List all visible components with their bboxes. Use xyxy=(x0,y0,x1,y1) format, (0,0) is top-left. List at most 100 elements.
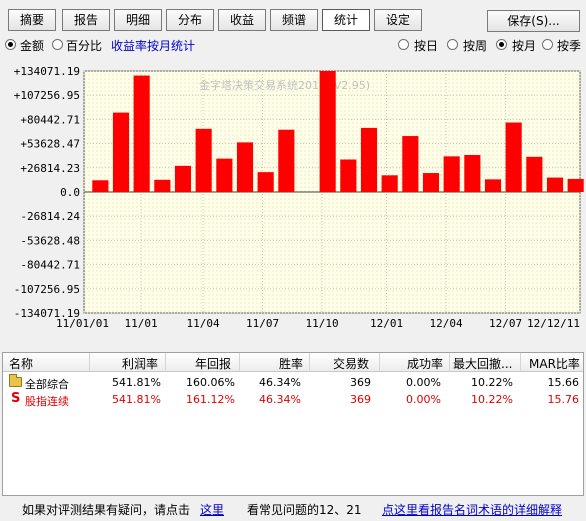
s-icon: S xyxy=(11,391,21,406)
profit-bar xyxy=(154,179,171,192)
y-tick-label: +134071.19 xyxy=(14,65,80,78)
monthly-label: 按月 xyxy=(512,39,537,53)
profit-bar xyxy=(319,71,336,192)
y-tick-label: +107256.95 xyxy=(14,89,80,102)
monthly-return-link[interactable]: 收益率按月统计 xyxy=(111,37,195,54)
y-tick-label: +80442.71 xyxy=(20,113,80,126)
table-row[interactable]: 全部综合 541.81% 160.06% 46.34% 369 0.00% 10… xyxy=(3,374,583,391)
tab-settings[interactable]: 设定 xyxy=(374,9,422,31)
x-tick-label: 12/07 xyxy=(489,317,522,330)
profit-bar xyxy=(257,172,274,192)
row-name: 股指连续 xyxy=(25,395,69,408)
x-tick-label: 11/01 xyxy=(124,317,157,330)
col-success-rate[interactable]: 成功率 xyxy=(407,355,443,372)
amount-label: 金额 xyxy=(20,39,45,53)
profit-bar xyxy=(567,178,584,192)
monthly-profit-chart: 金字塔决策交易系统2013 (V2.95) +134071.19 +107256.… xyxy=(14,65,584,330)
faq-text: 看常见问题的12、21 xyxy=(247,503,362,517)
row-mar-ratio: 15.76 xyxy=(547,393,580,406)
daily-label: 按日 xyxy=(414,39,439,53)
profit-bar xyxy=(443,156,460,192)
y-tick-label: -26814.24 xyxy=(20,210,80,223)
options-row: 金额 百分比 收益率按月统计 按日 按周 按月 按季 xyxy=(0,35,586,55)
row-mar-ratio: 15.66 xyxy=(547,376,580,389)
profit-bar xyxy=(505,122,522,192)
x-tick-label: 11/04 xyxy=(186,317,219,330)
profit-bar xyxy=(112,112,130,192)
row-win-rate: 46.34% xyxy=(259,376,301,389)
monthly-radio[interactable] xyxy=(496,39,507,50)
percent-radio[interactable] xyxy=(52,39,63,50)
x-tick-label: 11/10 xyxy=(306,317,339,330)
row-max-drawdown: 10.22% xyxy=(471,393,513,406)
tab-toolbar: 摘要 报告 明细 分布 收益 频谱 统计 设定 保存(S)... xyxy=(0,0,586,34)
col-annual-return[interactable]: 年回报 xyxy=(195,355,231,372)
weekly-radio[interactable] xyxy=(447,39,458,50)
tab-profit[interactable]: 收益 xyxy=(218,9,266,31)
question-text: 如果对评测结果有疑问，请点击 xyxy=(22,503,191,517)
x-tick-label: 12/12/11 xyxy=(527,317,580,330)
profit-bar xyxy=(340,159,357,192)
profit-bar xyxy=(278,129,295,192)
quarterly-label: 按季 xyxy=(557,39,582,53)
y-tick-label: +53628.47 xyxy=(20,138,80,151)
profit-bar xyxy=(526,156,543,192)
weekly-label: 按周 xyxy=(463,39,488,53)
amount-radio[interactable] xyxy=(5,39,16,50)
profit-bar xyxy=(402,136,419,192)
col-name[interactable]: 名称 xyxy=(9,355,33,372)
row-success-rate: 0.00% xyxy=(406,393,441,406)
folder-icon xyxy=(9,374,22,387)
col-win-rate[interactable]: 胜率 xyxy=(279,355,303,372)
footer-bar: 如果对评测结果有疑问，请点击 这里 看常见问题的12、21 点这里看报告名词术语… xyxy=(0,498,586,521)
table-row[interactable]: S 股指连续 541.81% 161.12% 46.34% 369 0.00% … xyxy=(3,391,583,408)
tab-summary[interactable]: 摘要 xyxy=(8,9,56,31)
profit-bar xyxy=(381,175,398,192)
glossary-link[interactable]: 点这里看报告名词术语的详细解释 xyxy=(382,501,562,518)
profit-bar xyxy=(174,165,192,192)
profit-bar xyxy=(464,154,481,192)
tab-spectrum[interactable]: 频谱 xyxy=(270,9,318,31)
profit-bar xyxy=(216,158,233,192)
tab-distribution[interactable]: 分布 xyxy=(166,9,214,31)
tab-report[interactable]: 报告 xyxy=(62,9,110,31)
profit-bar xyxy=(360,127,378,192)
x-tick-label: 12/01 xyxy=(370,317,403,330)
row-profit-rate: 541.81% xyxy=(112,376,161,389)
profit-bar xyxy=(133,75,150,192)
col-trade-count[interactable]: 交易数 xyxy=(333,355,369,372)
row-max-drawdown: 10.22% xyxy=(471,376,513,389)
tab-detail[interactable]: 明细 xyxy=(114,9,162,31)
row-profit-rate: 541.81% xyxy=(112,393,161,406)
row-win-rate: 46.34% xyxy=(259,393,301,406)
row-annual-return: 161.12% xyxy=(186,393,235,406)
y-tick-label: +26814.23 xyxy=(20,162,80,175)
table-header: 名称 利润率 年回报 胜率 交易数 成功率 最大回撤... MAR比率 xyxy=(3,353,583,372)
profit-bar xyxy=(92,180,109,192)
y-tick-label: -53628.48 xyxy=(20,234,80,247)
x-tick-label: 11/07 xyxy=(246,317,279,330)
row-trade-count: 369 xyxy=(350,393,371,406)
row-name: 全部综合 xyxy=(25,378,69,391)
col-mar-ratio[interactable]: MAR比率 xyxy=(529,355,580,372)
row-success-rate: 0.00% xyxy=(406,376,441,389)
row-annual-return: 160.06% xyxy=(186,376,235,389)
chart-watermark: 金字塔决策交易系统2013 (V2.95) xyxy=(199,78,370,92)
profit-bar xyxy=(422,173,440,192)
y-tick-label: -80442.71 xyxy=(20,259,80,272)
row-trade-count: 369 xyxy=(350,376,371,389)
percent-label: 百分比 xyxy=(66,39,103,53)
profit-bar xyxy=(484,179,502,192)
save-button[interactable]: 保存(S)... xyxy=(487,10,580,32)
quarterly-radio[interactable] xyxy=(542,39,553,50)
col-max-drawdown[interactable]: 最大回撤... xyxy=(453,355,512,372)
x-tick-label: 11/01/01 xyxy=(56,317,109,330)
statistics-table: 名称 利润率 年回报 胜率 交易数 成功率 最大回撤... MAR比率 全部综合… xyxy=(2,352,584,496)
here-link[interactable]: 这里 xyxy=(200,501,224,518)
x-tick-label: 12/04 xyxy=(430,317,463,330)
daily-radio[interactable] xyxy=(398,39,409,50)
profit-bar xyxy=(195,128,212,192)
tab-statistics[interactable]: 统计 xyxy=(322,9,370,31)
y-tick-label: -107256.95 xyxy=(14,283,80,296)
col-profit-rate[interactable]: 利润率 xyxy=(122,355,158,372)
